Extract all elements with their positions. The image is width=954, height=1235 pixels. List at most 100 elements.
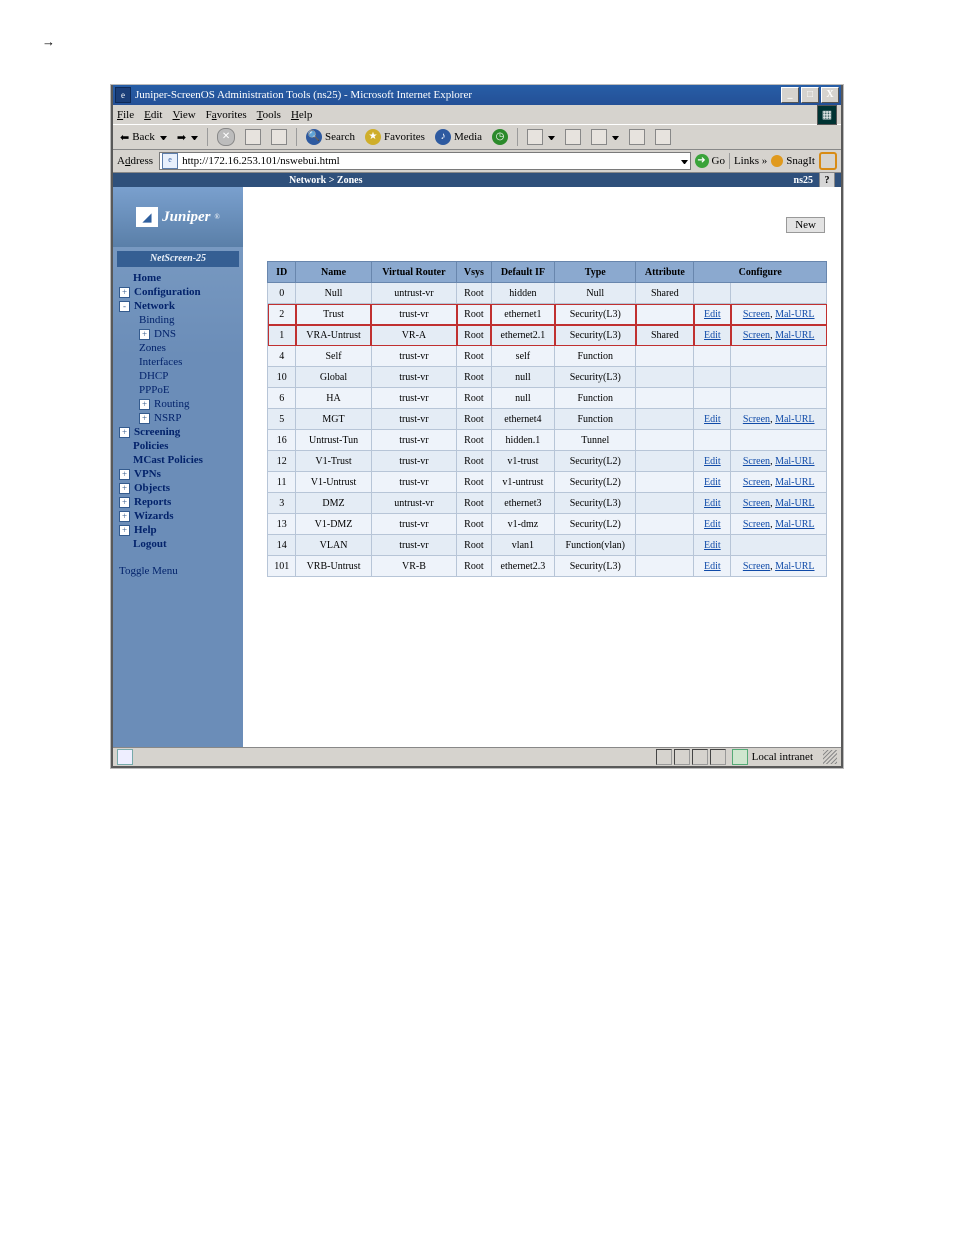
new-button[interactable]: New <box>786 217 825 233</box>
sidebar-item-screening[interactable]: +Screening <box>117 425 241 439</box>
mal-url-link[interactable]: Mal-URL <box>775 414 814 425</box>
screen-link[interactable]: Screen <box>743 330 770 341</box>
edit-link[interactable]: Edit <box>704 414 721 425</box>
snagit-button[interactable]: SnagIt <box>771 155 815 167</box>
screen-link[interactable]: Screen <box>743 456 770 467</box>
sidebar-item-network[interactable]: -Network <box>117 299 241 313</box>
tree-toggle-icon[interactable]: + <box>139 329 150 340</box>
edit-link[interactable]: Edit <box>704 540 721 551</box>
menu-file[interactable]: File <box>117 109 134 121</box>
cell-type: Security(L2) <box>555 514 636 535</box>
cell-vrouter: untrust-vr <box>371 283 457 304</box>
tree-toggle-icon[interactable]: + <box>119 483 130 494</box>
sidebar-item-configuration[interactable]: +Configuration <box>117 285 241 299</box>
table-row: 3DMZuntrust-vrRootethernet3Security(L3)E… <box>268 493 827 514</box>
edit-link[interactable]: Edit <box>704 456 721 467</box>
mal-url-link[interactable]: Mal-URL <box>775 498 814 509</box>
links-button[interactable]: Links » <box>734 155 767 167</box>
screen-link[interactable]: Screen <box>743 477 770 488</box>
mal-url-link[interactable]: Mal-URL <box>775 519 814 530</box>
sidebar-item-zones[interactable]: Zones <box>117 341 241 355</box>
mail-button[interactable] <box>524 128 558 146</box>
history-button[interactable]: ◷ <box>489 128 511 146</box>
tree-toggle-icon[interactable]: + <box>119 427 130 438</box>
sidebar-item-objects[interactable]: +Objects <box>117 481 241 495</box>
home-button[interactable] <box>268 128 290 146</box>
edit-button[interactable] <box>588 128 622 146</box>
close-button[interactable]: X <box>821 87 839 103</box>
sidebar-item-nsrp[interactable]: +NSRP <box>117 411 241 425</box>
search-button[interactable]: 🔍Search <box>303 128 358 146</box>
tree-toggle-icon[interactable]: + <box>119 525 130 536</box>
edit-link[interactable]: Edit <box>704 561 721 572</box>
edit-link[interactable]: Edit <box>704 498 721 509</box>
sidebar-item-binding[interactable]: Binding <box>117 313 241 327</box>
address-field[interactable]: e http://172.16.253.101/nswebui.html <box>159 152 690 170</box>
edit-link[interactable]: Edit <box>704 477 721 488</box>
address-bar: Address e http://172.16.253.101/nswebui.… <box>113 150 841 173</box>
screen-link[interactable]: Screen <box>743 498 770 509</box>
sidebar-item-routing[interactable]: + Routing <box>117 397 241 411</box>
tree-toggle-icon[interactable]: + <box>119 511 130 522</box>
tree-toggle-icon[interactable]: + <box>139 413 150 424</box>
refresh-button[interactable] <box>242 128 264 146</box>
sidebar-item-reports[interactable]: +Reports <box>117 495 241 509</box>
sidebar-item-home[interactable]: Home <box>117 271 241 285</box>
screen-link[interactable]: Screen <box>743 561 770 572</box>
mal-url-link[interactable]: Mal-URL <box>775 330 814 341</box>
menu-favorites[interactable]: Favorites <box>206 109 247 121</box>
research-button[interactable] <box>652 128 674 146</box>
table-row: 4Selftrust-vrRootselfFunction <box>268 346 827 367</box>
cell-vrouter: trust-vr <box>371 472 457 493</box>
sidebar-item-policies[interactable]: Policies <box>117 439 241 453</box>
screen-link[interactable]: Screen <box>743 414 770 425</box>
sidebar-item-wizards[interactable]: +Wizards <box>117 509 241 523</box>
discuss-button[interactable] <box>626 128 648 146</box>
print-button[interactable] <box>562 128 584 146</box>
mal-url-link[interactable]: Mal-URL <box>775 456 814 467</box>
sidebar-item-pppoe[interactable]: PPPoE <box>117 383 241 397</box>
menu-help[interactable]: Help <box>291 109 312 121</box>
cell-attr <box>636 346 694 367</box>
mal-url-link[interactable]: Mal-URL <box>775 309 814 320</box>
media-button[interactable]: ♪Media <box>432 128 485 146</box>
menu-view[interactable]: View <box>172 109 195 121</box>
tree-toggle-icon[interactable]: + <box>119 469 130 480</box>
menu-edit[interactable]: Edit <box>144 109 162 121</box>
edit-link[interactable]: Edit <box>704 309 721 320</box>
sidebar-item-dns[interactable]: +DNS <box>117 327 241 341</box>
tree-toggle-icon[interactable]: + <box>119 497 130 508</box>
back-button[interactable]: ⬅ Back <box>117 130 170 145</box>
tree-toggle-icon[interactable]: + <box>139 399 150 410</box>
sidebar-item-help[interactable]: +Help <box>117 523 241 537</box>
sidebar-item-dhcp[interactable]: DHCP <box>117 369 241 383</box>
minimize-button[interactable]: _ <box>781 87 799 103</box>
sidebar-item-mcast-policies[interactable]: MCast Policies <box>117 453 241 467</box>
toggle-menu-link[interactable]: Toggle Menu <box>113 559 243 577</box>
maximize-button[interactable]: □ <box>801 87 819 103</box>
address-dropdown-icon[interactable] <box>681 158 688 165</box>
cell-name: VRA-Untrust <box>296 325 371 346</box>
snagit-capture-icon[interactable] <box>819 152 837 170</box>
sidebar-item-label: Routing <box>154 398 189 410</box>
forward-button[interactable]: ➡ <box>174 130 201 145</box>
screen-link[interactable]: Screen <box>743 519 770 530</box>
tree-toggle-icon[interactable]: + <box>119 287 130 298</box>
go-button[interactable]: ➜Go <box>695 154 725 168</box>
cell-vsys: Root <box>457 451 491 472</box>
screen-link[interactable]: Screen <box>743 309 770 320</box>
sidebar-item-interfaces[interactable]: Interfaces <box>117 355 241 369</box>
edit-link[interactable]: Edit <box>704 330 721 341</box>
sidebar-item-vpns[interactable]: +VPNs <box>117 467 241 481</box>
stop-button[interactable]: ✕ <box>214 127 238 147</box>
cell-type: Security(L3) <box>555 325 636 346</box>
mal-url-link[interactable]: Mal-URL <box>775 477 814 488</box>
tree-toggle-icon[interactable]: - <box>119 301 130 312</box>
mal-url-link[interactable]: Mal-URL <box>775 561 814 572</box>
cell-vsys: Root <box>457 409 491 430</box>
menu-tools[interactable]: Tools <box>257 109 281 121</box>
help-button[interactable]: ? <box>819 172 835 188</box>
favorites-button[interactable]: ★Favorites <box>362 128 428 146</box>
sidebar-item-logout[interactable]: Logout <box>117 537 241 551</box>
edit-link[interactable]: Edit <box>704 519 721 530</box>
